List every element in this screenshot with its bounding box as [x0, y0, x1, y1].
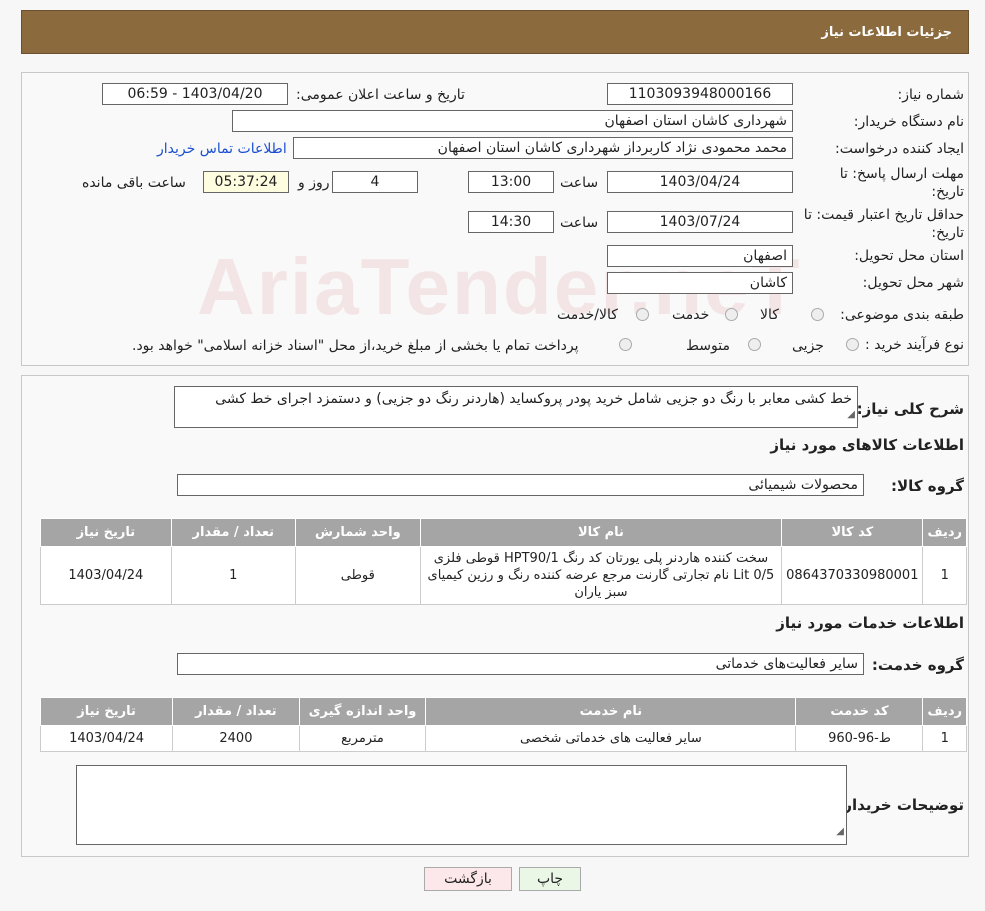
- col-need-date: تاریخ نیاز: [40, 518, 172, 547]
- validity-time-label: ساعت: [560, 215, 599, 231]
- process-label: نوع فرآیند خرید :: [865, 337, 964, 353]
- deadline-time-field: 13:00: [468, 171, 554, 193]
- col-service-code: کد خدمت: [795, 697, 924, 726]
- page-title: جزئیات اطلاعات نیاز: [821, 24, 952, 40]
- province-label: استان محل تحویل:: [854, 248, 964, 264]
- service-group-label: گروه خدمت:: [871, 656, 964, 674]
- cell-quantity: 1: [170, 546, 296, 605]
- goods-table-header: ردیف کد کالا نام کالا واحد شمارش تعداد /…: [40, 518, 967, 547]
- services-section-title: اطلاعات خدمات مورد نیاز: [776, 614, 964, 632]
- process-option-medium: متوسط: [686, 338, 730, 354]
- cell-need-date: 1403/04/24: [39, 725, 174, 752]
- need-number-field: 1103093948000166: [607, 83, 793, 105]
- deadline-time-label: ساعت: [560, 175, 599, 191]
- category-option-service: خدمت: [672, 307, 710, 323]
- deadline-date-field: 1403/04/24: [607, 171, 793, 193]
- buyer-contact-link[interactable]: اطلاعات تماس خریدار: [157, 141, 287, 157]
- goods-group-field: محصولات شیمیائی: [177, 474, 864, 496]
- resize-handle-icon[interactable]: ◢: [836, 822, 844, 842]
- validity-date-field: 1403/07/24: [607, 211, 793, 233]
- col-service-name: نام خدمت: [425, 697, 797, 726]
- back-button[interactable]: بازگشت: [424, 867, 512, 891]
- cell-service-code: ط-96-960: [795, 725, 924, 752]
- cell-goods-name: سخت کننده هاردنر پلی یورتان کد رنگ HPT90…: [419, 546, 783, 605]
- process-option-minor: جزیی: [792, 338, 824, 354]
- remaining-time-label: ساعت باقی مانده: [82, 175, 186, 191]
- buyer-notes-textarea[interactable]: ◢: [76, 765, 847, 845]
- col-quantity: تعداد / مقدار: [170, 518, 296, 547]
- goods-section-title: اطلاعات کالاهای مورد نیاز: [770, 436, 964, 454]
- validity-time-field: 14:30: [468, 211, 554, 233]
- col-unit: واحد شمارش: [294, 518, 421, 547]
- buyer-notes-label: توضیحات خریدار:: [837, 796, 964, 814]
- col-measure-unit: واحد اندازه گیری: [298, 697, 427, 726]
- process-radio-minor[interactable]: [846, 338, 859, 351]
- cell-need-date: 1403/04/24: [40, 546, 172, 605]
- summary-text: خط کشی معابر با رنگ دو جزیی شامل خرید پو…: [215, 391, 852, 407]
- col-row: ردیف: [922, 697, 967, 726]
- category-radio-goods-service[interactable]: [636, 308, 649, 321]
- announce-datetime-label: تاریخ و ساعت اعلان عمومی:: [296, 87, 465, 103]
- table-row: 1 0864370330980001 سخت کننده هاردنر پلی …: [40, 546, 967, 605]
- summary-textarea: خط کشی معابر با رنگ دو جزیی شامل خرید پو…: [174, 386, 858, 428]
- announce-datetime-field: 1403/04/20 - 06:59: [102, 83, 288, 105]
- col-goods-code: کد کالا: [781, 518, 924, 547]
- services-table: ردیف کد خدمت نام خدمت واحد اندازه گیری ت…: [39, 697, 967, 752]
- cell-row: 1: [922, 725, 967, 752]
- page-header: جزئیات اطلاعات نیاز: [21, 10, 969, 54]
- city-label: شهر محل تحویل:: [862, 275, 964, 291]
- need-info-panel: AriaTender.neT شماره نیاز: 1103093948000…: [21, 72, 969, 366]
- process-radio-treasury[interactable]: [619, 338, 632, 351]
- goods-group-label: گروه کالا:: [891, 477, 964, 495]
- service-group-field: سایر فعالیت‌های خدماتی: [177, 653, 864, 675]
- goods-table: ردیف کد کالا نام کالا واحد شمارش تعداد /…: [40, 518, 967, 605]
- table-row: 1 ط-96-960 سایر فعالیت های خدماتی شخصی م…: [39, 725, 967, 752]
- cell-quantity: 2400: [172, 725, 300, 752]
- resize-handle-icon[interactable]: ◢: [847, 405, 855, 425]
- buyer-org-field: شهرداری کاشان استان اصفهان: [232, 110, 793, 132]
- cell-service-name: سایر فعالیت های خدماتی شخصی: [425, 725, 797, 752]
- category-option-goods-service: کالا/خدمت: [557, 307, 618, 323]
- need-number-label: شماره نیاز:: [897, 87, 965, 103]
- summary-label: شرح کلی نیاز:: [856, 400, 964, 418]
- province-field: اصفهان: [607, 245, 793, 267]
- category-radio-goods[interactable]: [811, 308, 824, 321]
- validity-label: حداقل تاریخ اعتبار قیمت: تا تاریخ:: [803, 207, 964, 241]
- remaining-time-field: 05:37:24: [203, 171, 289, 193]
- cell-unit: قوطی: [294, 546, 421, 605]
- category-label: طبقه بندی موضوعی:: [840, 307, 964, 323]
- need-details-panel: شرح کلی نیاز: خط کشی معابر با رنگ دو جزی…: [21, 375, 969, 857]
- remaining-days-field: 4: [332, 171, 418, 193]
- cell-measure-unit: مترمربع: [298, 725, 427, 752]
- process-radio-medium[interactable]: [748, 338, 761, 351]
- category-radio-service[interactable]: [725, 308, 738, 321]
- days-label: روز و: [298, 175, 330, 191]
- creator-label: ایجاد کننده درخواست:: [835, 141, 964, 157]
- cell-goods-code: 0864370330980001: [781, 546, 924, 605]
- process-note: پرداخت تمام یا بخشی از مبلغ خرید،از محل …: [132, 338, 579, 354]
- col-need-date: تاریخ نیاز: [39, 697, 174, 726]
- creator-field: محمد محمودی نژاد کاربرداز شهرداری کاشان …: [293, 137, 793, 159]
- cell-row: 1: [922, 546, 967, 605]
- print-button[interactable]: چاپ: [519, 867, 581, 891]
- buyer-org-label: نام دستگاه خریدار:: [853, 114, 964, 130]
- col-quantity: تعداد / مقدار: [172, 697, 300, 726]
- deadline-label: مهلت ارسال پاسخ: تا تاریخ:: [839, 166, 964, 200]
- category-option-goods: کالا: [760, 307, 779, 323]
- services-table-header: ردیف کد خدمت نام خدمت واحد اندازه گیری ت…: [39, 697, 967, 726]
- col-row: ردیف: [922, 518, 967, 547]
- city-field: کاشان: [607, 272, 793, 294]
- col-goods-name: نام کالا: [419, 518, 783, 547]
